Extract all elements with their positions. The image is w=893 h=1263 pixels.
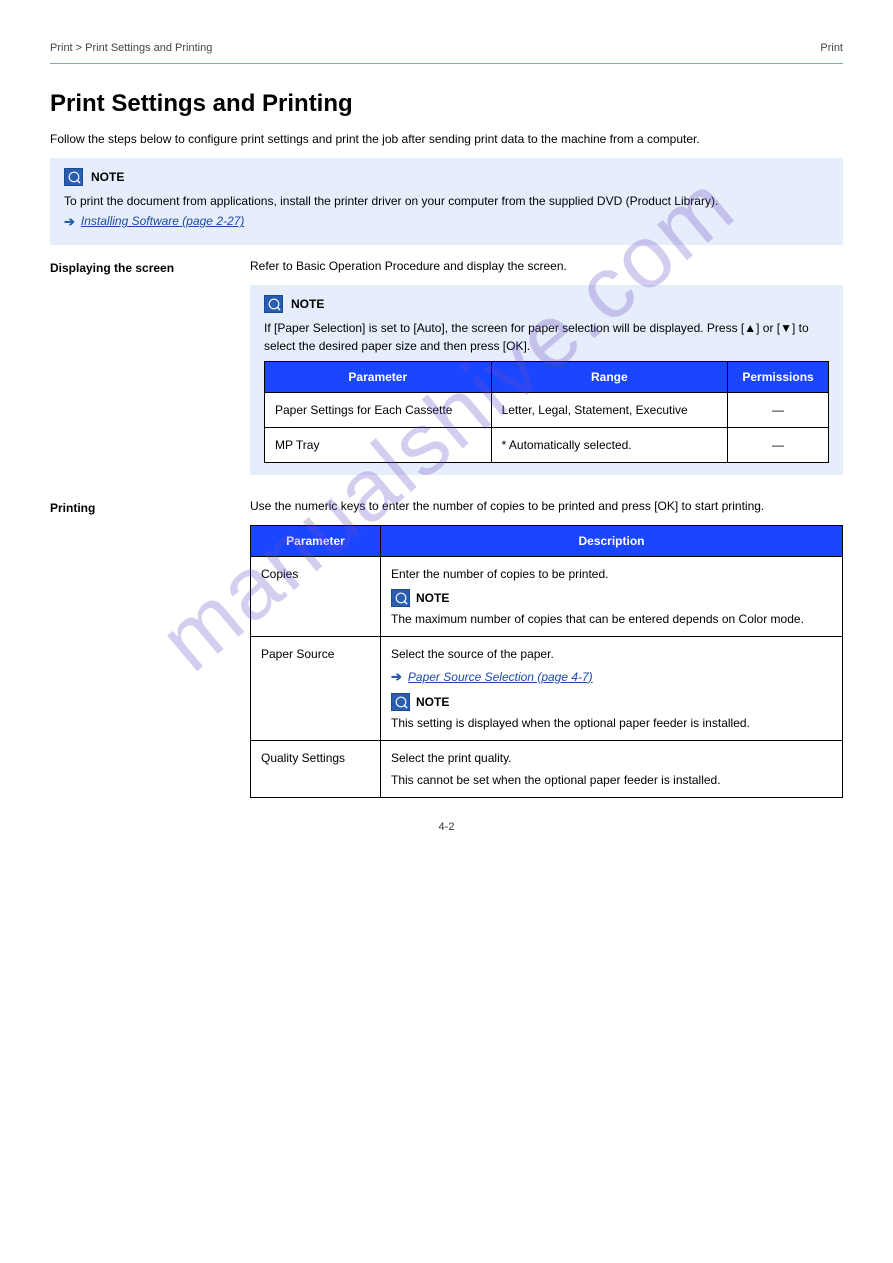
table-row: Quality Settings Select the print qualit… bbox=[251, 740, 843, 797]
page-number: 4-2 bbox=[50, 819, 843, 836]
th-parameter: Parameter bbox=[265, 362, 492, 393]
desc-line: Select the source of the paper. bbox=[391, 645, 832, 663]
cell: * Automatically selected. bbox=[491, 428, 728, 463]
desc-line: This cannot be set when the optional pap… bbox=[391, 771, 832, 789]
cell-desc: Select the source of the paper. ➔ Paper … bbox=[381, 637, 843, 741]
cell-param: Copies bbox=[251, 557, 381, 637]
table-row: MP Tray * Automatically selected. — bbox=[265, 428, 829, 463]
th-permissions: Permissions bbox=[728, 362, 829, 393]
table-row: Copies Enter the number of copies to be … bbox=[251, 557, 843, 637]
th-description: Description bbox=[381, 526, 843, 557]
table-row: Paper Source Select the source of the pa… bbox=[251, 637, 843, 741]
note-text: If [Paper Selection] is set to [Auto], t… bbox=[264, 319, 829, 355]
note-text: To print the document from applications,… bbox=[64, 192, 829, 210]
cell: — bbox=[728, 393, 829, 428]
table-row: Paper Settings for Each Cassette Letter,… bbox=[265, 393, 829, 428]
step-label-printing: Printing bbox=[50, 497, 230, 517]
note-icon bbox=[64, 168, 83, 186]
arrow-icon: ➔ bbox=[64, 212, 75, 232]
th-parameter: Parameter bbox=[251, 526, 381, 557]
note-label: NOTE bbox=[416, 589, 449, 607]
paper-table: Parameter Range Permissions Paper Settin… bbox=[264, 361, 829, 463]
note-icon bbox=[391, 589, 410, 607]
header-right: Print bbox=[820, 40, 843, 57]
cell-desc: Select the print quality. This cannot be… bbox=[381, 740, 843, 797]
step-label-display: Displaying the screen bbox=[50, 257, 230, 277]
breadcrumb: Print > Print Settings and Printing bbox=[50, 40, 212, 57]
step-text: Refer to Basic Operation Procedure and d… bbox=[250, 257, 843, 275]
desc-line: Select the print quality. bbox=[391, 749, 832, 767]
desc-line: The maximum number of copies that can be… bbox=[391, 610, 832, 628]
link-paper-source[interactable]: Paper Source Selection (page 4-7) bbox=[408, 668, 593, 686]
desc-line: This setting is displayed when the optio… bbox=[391, 714, 832, 732]
cell: Letter, Legal, Statement, Executive bbox=[491, 393, 728, 428]
print-params-table: Parameter Description Copies Enter the n… bbox=[250, 525, 843, 798]
cell: Paper Settings for Each Cassette bbox=[265, 393, 492, 428]
desc-line: Enter the number of copies to be printed… bbox=[391, 565, 832, 583]
cell-param: Paper Source bbox=[251, 637, 381, 741]
cell: — bbox=[728, 428, 829, 463]
intro-text: Follow the steps below to configure prin… bbox=[50, 130, 843, 148]
note-icon bbox=[264, 295, 283, 313]
arrow-icon: ➔ bbox=[391, 667, 402, 687]
link-installing-software[interactable]: Installing Software (page 2-27) bbox=[81, 212, 244, 230]
note-label: NOTE bbox=[291, 295, 324, 313]
note-box-top: NOTE To print the document from applicat… bbox=[50, 158, 843, 246]
header-rule bbox=[50, 63, 843, 64]
th-range: Range bbox=[491, 362, 728, 393]
cell-desc: Enter the number of copies to be printed… bbox=[381, 557, 843, 637]
step-text: Use the numeric keys to enter the number… bbox=[250, 497, 843, 515]
note-label: NOTE bbox=[416, 693, 449, 711]
note-icon bbox=[391, 693, 410, 711]
note-box-paper: NOTE If [Paper Selection] is set to [Aut… bbox=[250, 285, 843, 475]
cell: MP Tray bbox=[265, 428, 492, 463]
page-header: Print > Print Settings and Printing Prin… bbox=[50, 40, 843, 57]
page-title: Print Settings and Printing bbox=[50, 86, 843, 122]
cell-param: Quality Settings bbox=[251, 740, 381, 797]
note-label: NOTE bbox=[91, 168, 124, 186]
